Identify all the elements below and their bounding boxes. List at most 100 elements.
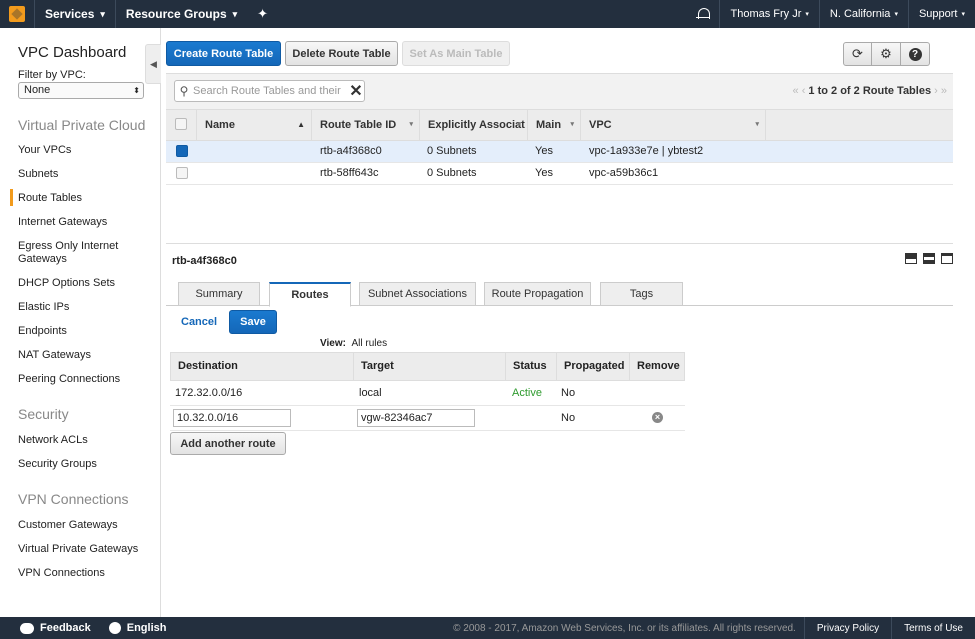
cancel-button[interactable]: Cancel	[181, 316, 217, 328]
services-menu[interactable]: Services ▾	[35, 0, 115, 28]
privacy-policy-link[interactable]: Privacy Policy	[805, 623, 891, 634]
language-button[interactable]: English	[100, 622, 176, 634]
prev-page-icon[interactable]: ‹	[802, 85, 806, 97]
next-page-icon[interactable]: ›	[934, 85, 938, 97]
cell-associations: 0 Subnets	[427, 167, 477, 179]
pin-icon[interactable]: ✦	[247, 6, 278, 22]
sidebar-item-customer-gateways[interactable]: Customer Gateways	[18, 519, 118, 532]
panel-bottom-icon[interactable]	[905, 253, 917, 264]
cell-main: Yes	[535, 167, 553, 179]
row-checkbox[interactable]	[176, 167, 188, 179]
refresh-button[interactable]: ⟳	[843, 42, 872, 66]
view-value[interactable]: All rules	[352, 338, 388, 349]
first-page-icon[interactable]: «	[793, 85, 799, 97]
sort-icon: ▾	[409, 121, 413, 128]
table-body: rtb-a4f368c0 0 Subnets Yes vpc-1a933e7e …	[166, 141, 953, 244]
select-all-checkbox[interactable]	[175, 118, 187, 130]
create-route-table-button[interactable]: Create Route Table	[166, 41, 281, 66]
sort-icon: ▾	[755, 121, 759, 128]
search-input[interactable]: ⚲ Search Route Tables and their ✕	[174, 80, 365, 102]
sidebar-item-endpoints[interactable]: Endpoints	[18, 325, 67, 338]
save-button[interactable]: Save	[229, 310, 277, 334]
column-header-name[interactable]: Name ▲	[197, 110, 312, 140]
panel-full-icon[interactable]	[941, 253, 953, 264]
search-placeholder: Search Route Tables and their	[193, 85, 341, 97]
support-label: Support	[918, 8, 958, 20]
set-as-main-table-button[interactable]: Set As Main Table	[402, 41, 510, 66]
column-header-destination: Destination	[171, 353, 354, 380]
delete-route-table-button[interactable]: Delete Route Table	[285, 41, 398, 66]
sidebar-item-virtual-private-gateways[interactable]: Virtual Private Gateways	[18, 543, 138, 556]
collapse-sidebar-button[interactable]: ◀	[145, 44, 161, 84]
main-content: Create Route Table Delete Route Table Se…	[166, 28, 953, 617]
active-indicator	[10, 189, 13, 206]
clear-search-icon[interactable]: ✕	[348, 81, 364, 101]
sidebar-item-route-tables[interactable]: Route Tables	[18, 192, 82, 205]
view-filter: View: All rules	[320, 338, 387, 349]
help-button[interactable]: ?	[901, 42, 930, 66]
sidebar-item-internet-gateways[interactable]: Internet Gateways	[18, 216, 107, 229]
support-menu[interactable]: Support ▾	[909, 0, 975, 28]
chevron-down-icon: ▾	[894, 11, 898, 18]
column-header-status: Status	[506, 353, 557, 380]
chevron-down-icon: ▾	[232, 8, 238, 19]
cell-main: Yes	[535, 145, 553, 157]
remove-route-icon[interactable]: ×	[652, 412, 663, 423]
route-tables-grid: ⚲ Search Route Tables and their ✕ « ‹ 1 …	[166, 73, 953, 244]
tab-subnet-associations[interactable]: Subnet Associations	[359, 282, 476, 306]
column-label: Main	[536, 119, 562, 131]
routes-table-header: Destination Target Status Propagated Rem…	[170, 352, 685, 381]
column-header-main[interactable]: Main ▾	[528, 110, 581, 140]
cell-associations: 0 Subnets	[427, 145, 477, 157]
tab-summary[interactable]: Summary	[178, 282, 260, 306]
last-page-icon[interactable]: »	[941, 85, 947, 97]
tab-route-propagation[interactable]: Route Propagation	[484, 282, 591, 306]
table-row[interactable]: rtb-58ff643c 0 Subnets Yes vpc-a59b36c1	[166, 163, 953, 185]
destination-input[interactable]: 10.32.0.0/16	[173, 409, 291, 427]
vpc-dashboard-link[interactable]: VPC Dashboard	[18, 44, 126, 61]
sidebar-item-security-groups[interactable]: Security Groups	[18, 458, 97, 471]
pagination: « ‹ 1 to 2 of 2 Route Tables › »	[793, 85, 948, 97]
panel-split-icon[interactable]	[923, 253, 935, 264]
sidebar-item-subnets[interactable]: Subnets	[18, 168, 58, 181]
section-vpn-connections: VPN Connections	[18, 491, 129, 507]
tab-routes[interactable]: Routes	[269, 282, 351, 307]
sidebar-item-vpn-connections[interactable]: VPN Connections	[18, 567, 105, 580]
column-header-vpc[interactable]: VPC ▾	[581, 110, 766, 140]
footer: Feedback English © 2008 - 2017, Amazon W…	[0, 617, 975, 639]
route-propagated: No	[561, 387, 576, 399]
column-header-explicitly-associated[interactable]: Explicitly Associat ▾	[420, 110, 528, 140]
sidebar-item-nat-gateways[interactable]: NAT Gateways	[18, 349, 91, 362]
row-checkbox[interactable]	[176, 145, 188, 157]
table-row[interactable]: rtb-a4f368c0 0 Subnets Yes vpc-1a933e7e …	[166, 141, 953, 163]
sidebar-item-your-vpcs[interactable]: Your VPCs	[18, 144, 71, 157]
chevron-down-icon: ▾	[805, 11, 809, 18]
cell-vpc: vpc-a59b36c1	[589, 167, 659, 179]
sidebar-item-elastic-ips[interactable]: Elastic IPs	[18, 301, 69, 314]
user-menu[interactable]: Thomas Fry Jr ▾	[720, 0, 818, 28]
sidebar-item-peering-connections[interactable]: Peering Connections	[18, 373, 120, 386]
tab-tags[interactable]: Tags	[600, 282, 683, 306]
sidebar-item-egress-only-internet-gateways[interactable]: Egress Only Internet Gateways	[18, 240, 128, 266]
target-input[interactable]: vgw-82346ac7	[357, 409, 475, 427]
add-another-route-button[interactable]: Add another route	[170, 432, 286, 455]
region-menu[interactable]: N. California ▾	[820, 0, 908, 28]
settings-button[interactable]: ⚙	[872, 42, 901, 66]
sidebar-item-dhcp-options-sets[interactable]: DHCP Options Sets	[18, 277, 115, 290]
vpc-filter-select[interactable]: None ⬍	[18, 82, 144, 99]
sidebar-item-network-acls[interactable]: Network ACLs	[18, 434, 88, 447]
terms-of-use-link[interactable]: Terms of Use	[892, 623, 975, 634]
route-target: local	[359, 387, 382, 399]
resource-groups-menu[interactable]: Resource Groups ▾	[116, 0, 247, 28]
feedback-button[interactable]: Feedback	[0, 622, 100, 634]
detail-panel: rtb-a4f368c0 Summary Routes Subnet Assoc…	[166, 243, 953, 617]
column-header-route-table-id[interactable]: Route Table ID ▾	[312, 110, 420, 140]
notifications-button[interactable]	[687, 0, 719, 28]
sort-icon: ▾	[570, 121, 574, 128]
services-label: Services	[45, 7, 95, 21]
panel-layout-controls	[905, 253, 953, 264]
section-virtual-private-cloud: Virtual Private Cloud	[18, 117, 146, 133]
route-destination: 172.32.0.0/16	[175, 387, 243, 399]
aws-logo-icon[interactable]	[0, 0, 34, 28]
route-propagated: No	[561, 412, 576, 424]
